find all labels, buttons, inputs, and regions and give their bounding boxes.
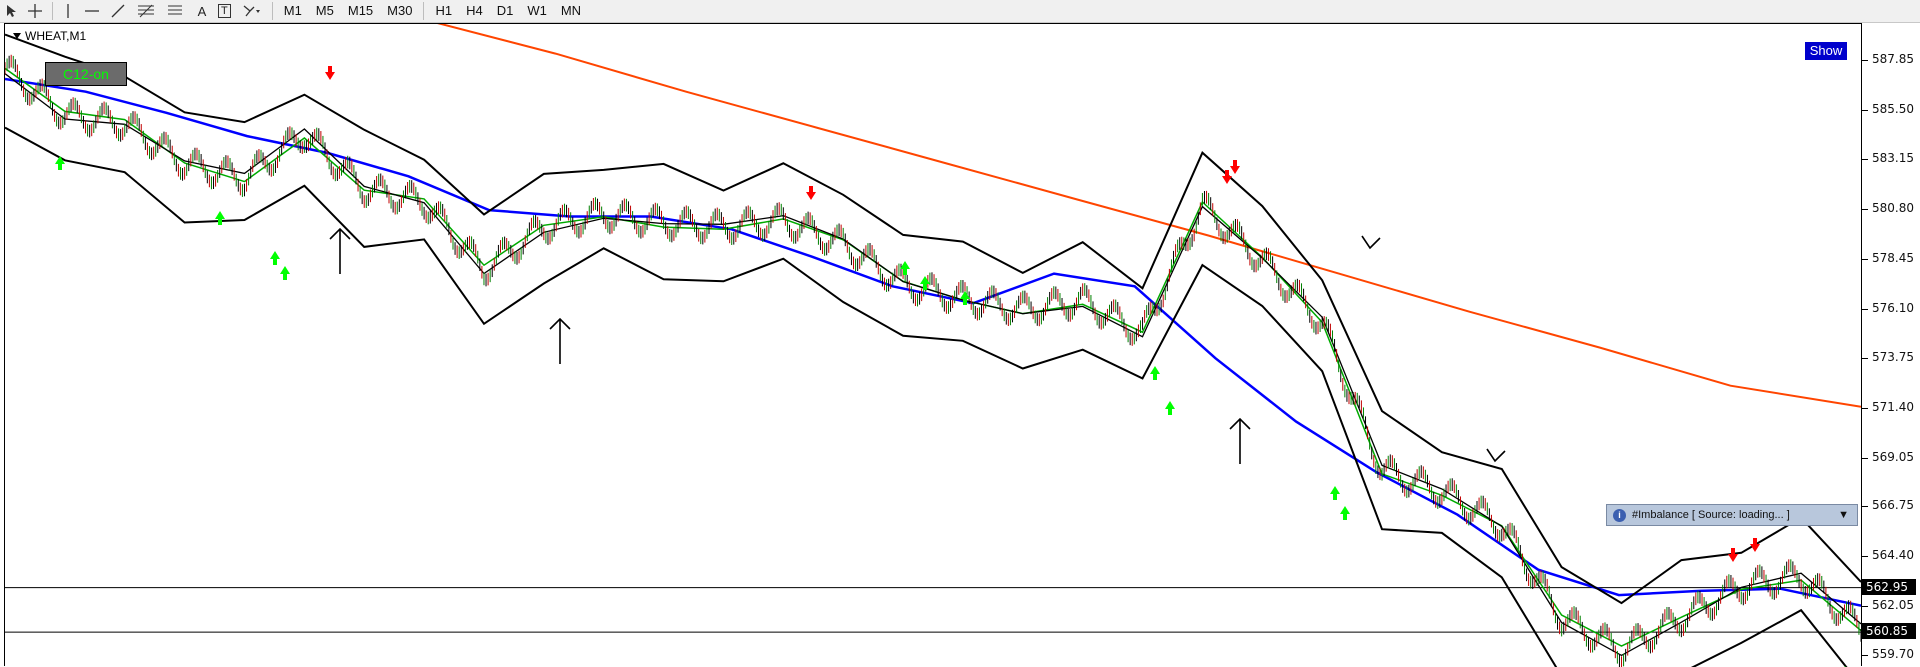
price-axis-tick-label: 587.85 bbox=[1872, 52, 1914, 66]
price-axis-tick-label: 578.45 bbox=[1872, 250, 1914, 265]
show-button[interactable]: Show bbox=[1805, 42, 1847, 60]
fractal-marker bbox=[1361, 235, 1381, 250]
timeframe-w1[interactable]: W1 bbox=[520, 1, 554, 21]
timeframe-mn[interactable]: MN bbox=[554, 1, 588, 21]
timeframe-bar: M1 M5 M15 M30 H1 H4 D1 W1 MN bbox=[277, 1, 588, 21]
dropdown-arrow-icon[interactable]: ▼ bbox=[1838, 509, 1849, 521]
price-axis-tick-label: 564.40 bbox=[1872, 548, 1914, 562]
fibonacci-fan-icon[interactable] bbox=[161, 1, 191, 21]
sell-signal-arrow-icon bbox=[1728, 548, 1738, 562]
symbol-header: WHEAT,M1 bbox=[13, 29, 86, 43]
text-label-icon[interactable]: T bbox=[213, 1, 236, 21]
shapes-icon[interactable] bbox=[236, 1, 268, 21]
timeframe-m1[interactable]: M1 bbox=[277, 1, 309, 21]
buy-signal-arrow-icon bbox=[1150, 366, 1160, 380]
sell-signal-arrow-icon bbox=[1750, 538, 1760, 552]
sell-signal-arrow-icon bbox=[1230, 160, 1240, 174]
price-axis-tick-label: 585.50 bbox=[1872, 101, 1914, 116]
moving-average-black-line bbox=[5, 73, 1861, 657]
horizontal-line-icon[interactable] bbox=[79, 1, 105, 21]
toolbar-separator bbox=[52, 2, 53, 20]
timeframe-m5[interactable]: M5 bbox=[309, 1, 341, 21]
price-level-label: 560.85 bbox=[1862, 623, 1916, 640]
chart-window[interactable]: WHEAT,M1 C12-on Show i #Imbalance [ Sour… bbox=[0, 23, 1920, 667]
moving-average-fast-line bbox=[5, 67, 1861, 647]
toolbar-separator bbox=[271, 2, 273, 20]
text-tool-label: A bbox=[197, 3, 207, 19]
imbalance-label: #Imbalance [ Source: loading... ] bbox=[1632, 509, 1790, 521]
price-axis-tick-label: 571.40 bbox=[1872, 399, 1914, 414]
price-axis[interactable]: 587.85 585.50 583.15 580.80 578.45 576.10 573.… bbox=[1862, 23, 1920, 666]
text-icon[interactable]: A bbox=[191, 1, 213, 21]
triangle-down-icon bbox=[13, 33, 21, 39]
timeframe-d1[interactable]: D1 bbox=[490, 1, 521, 21]
buy-signal-arrow-icon bbox=[215, 211, 225, 225]
cursor-icon[interactable] bbox=[0, 1, 22, 21]
bollinger-upper-band bbox=[5, 33, 1861, 605]
price-axis-tick-label: 580.80 bbox=[1872, 201, 1914, 216]
buy-signal-arrow-icon bbox=[1165, 401, 1175, 415]
toolbar-separator bbox=[423, 2, 425, 20]
chart-toolbar: A T M1 M5 M15 M30 H1 H4 D1 W1 MN bbox=[0, 0, 1920, 23]
price-level-label: 562.95 bbox=[1862, 578, 1916, 595]
timeframe-m15[interactable]: M15 bbox=[341, 1, 380, 21]
timeframe-h1[interactable]: H1 bbox=[428, 1, 459, 21]
price-axis-tick-label: 566.75 bbox=[1872, 498, 1914, 513]
trendline-icon[interactable] bbox=[105, 1, 131, 21]
info-icon: i bbox=[1613, 508, 1626, 522]
text-label-tool-label: T bbox=[218, 4, 231, 18]
price-chart-svg[interactable] bbox=[5, 24, 1861, 667]
vertical-line-icon[interactable] bbox=[57, 1, 79, 21]
fractal-marker bbox=[329, 227, 351, 274]
timeframe-h4[interactable]: H4 bbox=[459, 1, 490, 21]
price-axis-tick-label: 573.75 bbox=[1872, 350, 1914, 365]
fractal-marker bbox=[1229, 417, 1251, 464]
price-axis-tick-label: 559.70 bbox=[1872, 647, 1914, 662]
price-axis-tick-label: 569.05 bbox=[1872, 449, 1914, 464]
c12-toggle-button[interactable]: C12-on bbox=[45, 62, 127, 86]
buy-signal-arrow-icon bbox=[270, 251, 280, 265]
fibonacci-icon[interactable] bbox=[131, 1, 161, 21]
symbol-label: WHEAT,M1 bbox=[25, 29, 87, 43]
imbalance-panel[interactable]: i #Imbalance [ Source: loading... ] ▼ bbox=[1606, 504, 1858, 526]
sell-signal-arrow-icon bbox=[325, 66, 335, 80]
timeframe-m30[interactable]: M30 bbox=[380, 1, 419, 21]
buy-signal-arrow-icon bbox=[1340, 506, 1350, 520]
buy-signal-arrow-icon bbox=[280, 266, 290, 280]
buy-signal-arrow-icon bbox=[1330, 486, 1340, 500]
crosshair-icon[interactable] bbox=[22, 1, 48, 21]
chart-plot-area[interactable]: WHEAT,M1 C12-on Show i #Imbalance [ Sour… bbox=[4, 23, 1862, 667]
bollinger-lower-band bbox=[5, 126, 1848, 667]
price-axis-tick-label: 576.10 bbox=[1872, 300, 1914, 315]
sell-signal-arrow-icon bbox=[806, 186, 816, 200]
fractal-marker bbox=[549, 317, 571, 364]
buy-signal-arrow-icon bbox=[55, 156, 65, 170]
price-axis-tick-label: 562.05 bbox=[1872, 597, 1914, 612]
price-axis-tick-label: 583.15 bbox=[1872, 151, 1914, 166]
fractal-marker bbox=[1486, 448, 1506, 463]
